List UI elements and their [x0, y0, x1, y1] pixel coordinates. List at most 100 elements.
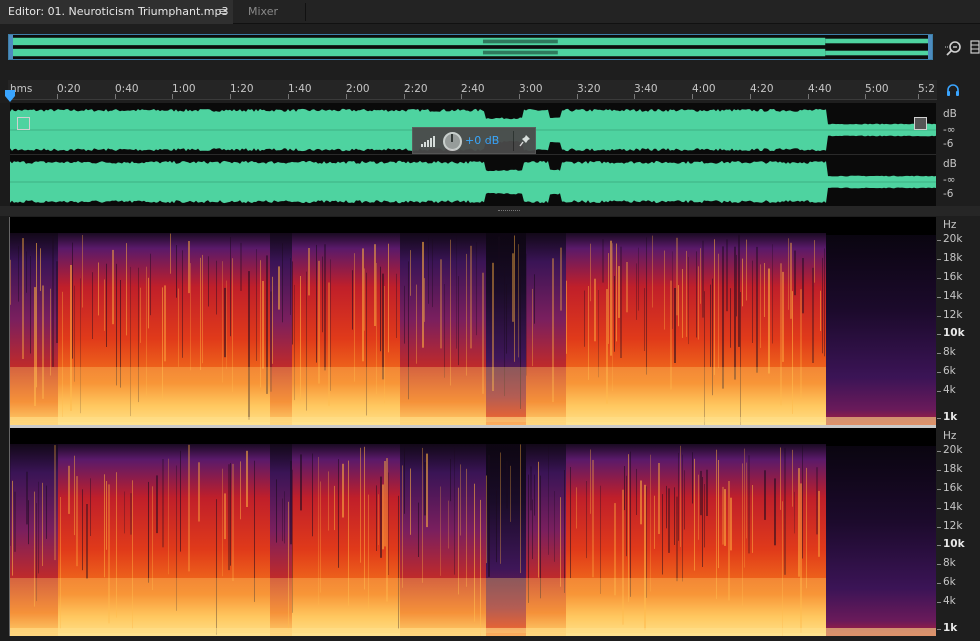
- hz-label: 1k: [943, 411, 958, 423]
- spectral-streak: [12, 480, 13, 576]
- overview-waveform[interactable]: [8, 34, 933, 60]
- ruler-label: 5:00: [865, 83, 889, 95]
- hz-label: 6k: [943, 576, 956, 588]
- tab-editor-label: Editor: 01. Neuroticism Triumphant.mp3: [8, 5, 229, 18]
- spectral-streak: [26, 251, 27, 293]
- volume-value[interactable]: +0 dB: [465, 134, 499, 147]
- spectral-streak: [616, 243, 617, 342]
- spectral-streak: [584, 290, 585, 347]
- spectral-streak: [564, 470, 565, 593]
- spectral-streak: [324, 244, 326, 371]
- spectral-streak: [396, 273, 397, 338]
- spectral-streak: [198, 462, 200, 522]
- spectral-streak: [674, 487, 675, 545]
- spectral-streak: [512, 253, 514, 322]
- spectral-streak: [384, 461, 386, 547]
- ruler-label: 1:40: [288, 83, 312, 95]
- spectral-streak: [40, 248, 41, 291]
- channel-divider: [10, 154, 936, 155]
- frequency-scale-channel-2: Hz 20k 18k 16k 14k 12k 10k 8k 6k 4k 1k: [937, 428, 980, 636]
- volume-knob-icon[interactable]: [443, 132, 462, 151]
- spectral-streak: [806, 467, 807, 589]
- spectral-streak: [664, 250, 665, 330]
- spectral-streak: [534, 274, 535, 324]
- low-frequency-edge: [10, 417, 936, 425]
- spectral-streak: [614, 275, 615, 352]
- spectral-streak: [188, 444, 190, 572]
- spectral-display-channel-1[interactable]: [10, 217, 936, 425]
- playhead-icon[interactable]: [5, 90, 15, 102]
- panel-side-icon[interactable]: [970, 40, 980, 54]
- headphones-icon[interactable]: [946, 83, 960, 97]
- spectral-streak: [42, 482, 43, 566]
- spectral-streak: [678, 285, 679, 327]
- fade-out-handle[interactable]: [914, 117, 927, 130]
- volume-hud[interactable]: +0 dB: [412, 127, 536, 154]
- spectral-streak: [440, 259, 442, 349]
- spectral-streak: [140, 287, 141, 343]
- time-ruler[interactable]: hms 0:20 0:40 1:00 1:20 1:40 2:00 2:20 2:40 3:00…: [8, 80, 937, 100]
- spectral-streak: [10, 445, 11, 546]
- spectral-streak: [752, 260, 753, 343]
- spectral-streak: [416, 284, 417, 364]
- spectral-streak: [676, 496, 678, 582]
- spectral-streak: [312, 453, 313, 537]
- menu-icon[interactable]: ≡: [218, 0, 230, 24]
- spectral-streak: [458, 276, 459, 366]
- tab-mixer[interactable]: Mixer: [240, 0, 304, 24]
- hz-unit: Hz: [943, 219, 957, 231]
- spectral-streak: [222, 261, 223, 383]
- ruler-label: 2:40: [461, 83, 485, 95]
- zoom-icon[interactable]: [944, 38, 964, 58]
- spectral-streak: [772, 244, 773, 344]
- frequency-scale-channel-1: Hz 20k 18k 16k 14k 12k 10k 8k 6k 4k 1k: [937, 217, 980, 425]
- pin-icon[interactable]: [519, 134, 531, 148]
- spectral-streak: [764, 263, 765, 317]
- hz-tick: [937, 489, 941, 490]
- spectral-streak: [700, 248, 701, 304]
- spectral-streak: [256, 249, 257, 361]
- spectral-streak: [362, 248, 364, 362]
- spectral-streak: [668, 488, 670, 553]
- hz-label: 10k: [943, 327, 965, 339]
- ruler-label: 3:20: [577, 83, 601, 95]
- spectral-streak: [650, 454, 651, 592]
- spectral-streak: [318, 260, 320, 384]
- spectral-streak: [182, 250, 183, 358]
- ruler-tick: [57, 94, 58, 99]
- splitter-grip[interactable]: [498, 210, 520, 212]
- spectral-streak: [716, 449, 717, 599]
- spectral-streak: [790, 242, 792, 319]
- spectral-streak: [360, 447, 361, 563]
- spectral-streak: [216, 260, 217, 315]
- tab-editor[interactable]: Editor: 01. Neuroticism Triumphant.mp3: [0, 0, 233, 24]
- fade-in-handle[interactable]: [17, 117, 30, 130]
- spectral-streak: [784, 447, 786, 575]
- spectral-streak: [466, 468, 467, 587]
- spectral-streak: [450, 458, 451, 502]
- spectral-streak: [54, 445, 56, 561]
- ruler-tick: [346, 94, 347, 99]
- spectral-display-channel-2[interactable]: [10, 428, 936, 636]
- spectral-streak: [426, 453, 428, 528]
- overview-handle-left[interactable]: [9, 35, 13, 59]
- spectral-streak: [276, 479, 277, 543]
- ruler-label: 0:20: [57, 83, 81, 95]
- spectral-streak: [470, 245, 472, 349]
- ruler-tick: [230, 94, 231, 99]
- spectral-streak: [82, 489, 83, 571]
- spectral-streak: [736, 254, 737, 317]
- spectral-streak: [610, 240, 612, 356]
- spectral-streak: [704, 484, 705, 548]
- spectral-streak: [50, 288, 51, 376]
- view-splitter[interactable]: [0, 206, 980, 216]
- hz-tick: [937, 527, 941, 528]
- spectral-streak: [698, 474, 699, 540]
- hz-tick: [937, 418, 941, 419]
- spectral-streak: [686, 250, 687, 337]
- spectral-streak: [208, 256, 209, 307]
- overview-handle-right[interactable]: [928, 35, 932, 59]
- ruler-tick: [115, 94, 116, 99]
- tab-divider: [305, 3, 306, 21]
- tab-bar: Editor: 01. Neuroticism Triumphant.mp3 ≡…: [0, 0, 980, 24]
